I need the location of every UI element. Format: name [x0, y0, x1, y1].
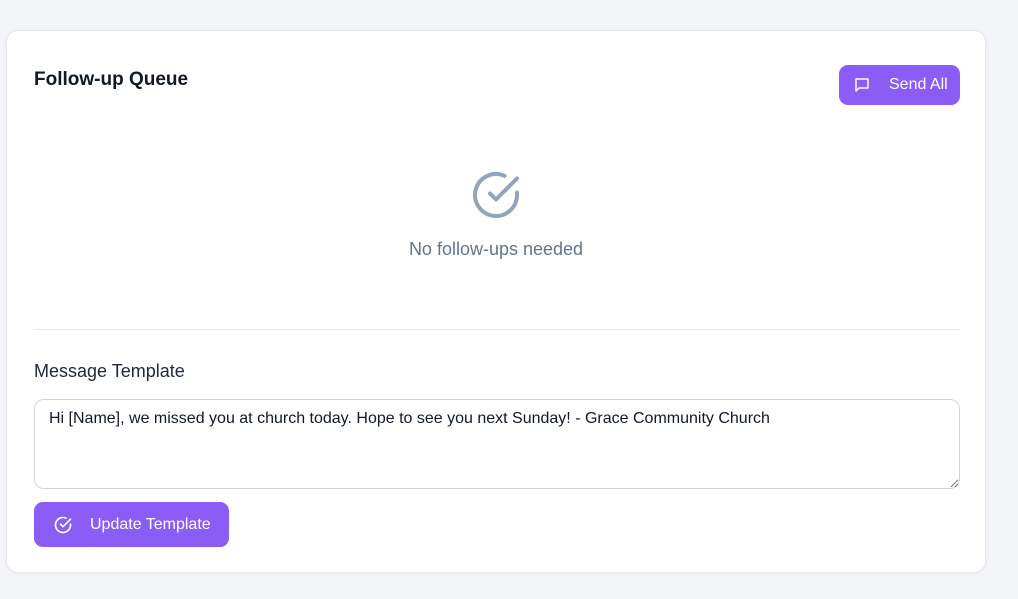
check-circle-icon: [53, 515, 73, 535]
send-all-button[interactable]: Send All: [839, 65, 960, 105]
divider: [34, 329, 960, 330]
empty-state-text: No follow-ups needed: [408, 239, 584, 259]
check-circle-icon: [473, 172, 519, 218]
card-title: Follow-up Queue: [34, 69, 189, 90]
message-template-label: Message Template: [34, 361, 185, 381]
send-all-label: Send All: [889, 76, 948, 93]
empty-state: No follow-ups needed: [7, 169, 985, 260]
message-template-input[interactable]: Hi [Name], we missed you at church today…: [34, 399, 960, 489]
update-template-label: Update Template: [90, 515, 211, 533]
message-icon: [853, 76, 871, 94]
update-template-button[interactable]: Update Template: [34, 502, 229, 547]
follow-up-queue-card: Follow-up Queue Send All No follow-ups n…: [6, 30, 986, 573]
